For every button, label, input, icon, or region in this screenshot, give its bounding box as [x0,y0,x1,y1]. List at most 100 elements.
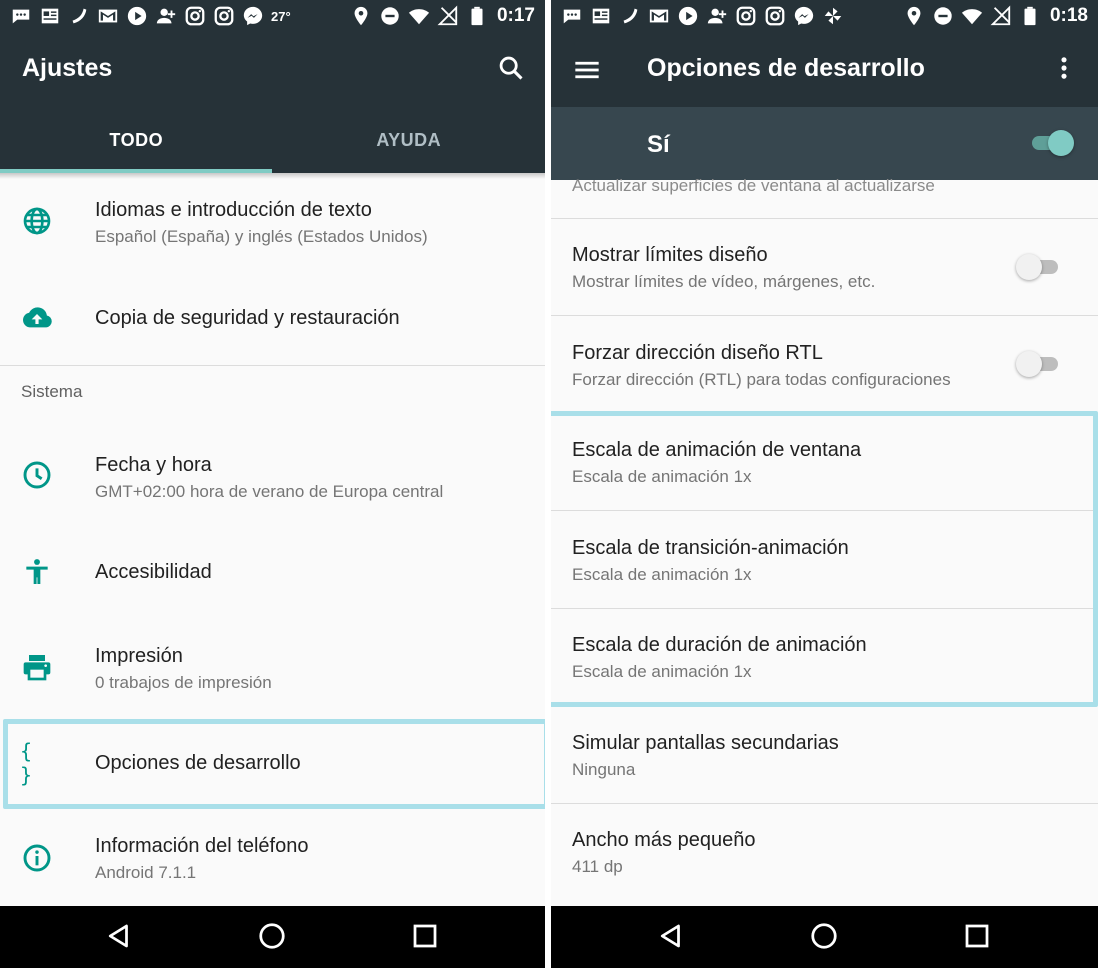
instagram-icon-2 [213,5,235,27]
list-item-subtitle: Forzar dirección (RTL) para todas config… [572,370,951,389]
list-item-subtitle: Escala de animación 1x [572,565,752,584]
list-item-title: Escala de animación de ventana [572,439,862,461]
toggle-switch[interactable] [1016,350,1062,378]
do-not-disturb-icon [379,5,401,27]
search-icon[interactable] [497,54,525,82]
gmail-icon [97,5,119,27]
add-contact-icon [155,5,177,27]
partial-row-text: Actualizar superficies de ventana al act… [572,176,935,195]
list-item-title: Escala de transición-animación [572,537,849,559]
temperature-text: 27° [271,8,291,24]
do-not-disturb-icon [932,5,954,27]
developer-options-screen: 0:18 Opciones de desarrollo Sí Actualiza… [551,0,1098,968]
home-icon[interactable] [257,921,287,951]
news-icon [590,5,612,27]
recents-icon[interactable] [962,921,992,951]
clock-icon [20,458,54,492]
messenger-icon [793,5,815,27]
settings-item-title: Fecha y hora [95,454,212,476]
list-item-transition-animation-scale[interactable]: Escala de transición-animación Escala de… [551,511,1098,608]
list-item-title: Ancho más pequeño [572,829,756,851]
braces-icon: { } [20,739,33,787]
settings-item-subtitle: Español (España) y inglés (Estados Unido… [95,227,428,246]
page-title: Opciones de desarrollo [647,54,925,82]
recents-icon[interactable] [410,921,440,951]
settings-item-language[interactable]: Idiomas e introducción de texto Español … [0,180,545,270]
location-icon [350,5,372,27]
tabs-shadow [0,173,545,179]
settings-item-title: Idiomas e introducción de texto [95,199,372,221]
settings-item-title: Información del teléfono [95,835,309,857]
settings-item-date-time[interactable]: Fecha y hora GMT+02:00 hora de verano de… [0,430,545,525]
list-item-partial[interactable]: Actualizar superficies de ventana al act… [551,176,1098,218]
navigation-bar [551,906,1098,968]
master-toggle-switch[interactable] [1028,129,1074,157]
back-icon[interactable] [104,921,134,951]
phone-icon [619,5,641,27]
switch-thumb [1016,351,1042,377]
settings-item-about-phone[interactable]: Información del teléfono Android 7.1.1 [0,809,545,905]
list-item-title: Forzar dirección diseño RTL [572,342,823,364]
toggle-switch[interactable] [1016,253,1062,281]
wifi-icon [961,5,983,27]
settings-item-title: Impresión [95,645,183,667]
list-item-subtitle: 411 dp [572,857,623,876]
home-icon[interactable] [809,921,839,951]
list-item-title: Escala de duración de animación [572,634,867,656]
settings-item-title: Accesibilidad [95,561,212,583]
no-signal-icon [437,5,459,27]
list-item-subtitle: Escala de animación 1x [572,467,752,486]
settings-screen: 27° 0:17 Ajustes TODO AYUDA Idiomas e in… [0,0,545,968]
instagram-icon [735,5,757,27]
news-icon [39,5,61,27]
phone-icon [68,5,90,27]
gmail-icon [648,5,670,27]
back-icon[interactable] [656,921,686,951]
app-bar: Ajustes [0,32,545,107]
add-contact-icon [706,5,728,27]
navigation-bar [0,906,545,968]
section-divider [0,365,545,366]
settings-item-subtitle: GMT+02:00 hora de verano de Europa centr… [95,482,444,501]
master-toggle-bar[interactable]: Sí [551,107,1098,180]
messenger-icon [242,5,264,27]
master-toggle-label: Sí [647,131,670,158]
settings-item-accessibility[interactable]: Accesibilidad [0,525,545,620]
info-icon [20,841,54,875]
list-item-window-animation-scale[interactable]: Escala de animación de ventana Escala de… [551,413,1098,510]
list-item-title: Mostrar límites diseño [572,244,768,266]
instagram-icon-2 [764,5,786,27]
switch-thumb [1048,130,1074,156]
tab-bar: TODO AYUDA [0,107,545,173]
no-signal-icon [990,5,1012,27]
clock-time: 0:18 [1049,5,1088,26]
accessibility-icon [20,555,54,589]
settings-item-developer-options[interactable]: { } Opciones de desarrollo [0,717,545,809]
tab-todo[interactable]: TODO [0,107,273,173]
menu-icon[interactable] [573,56,601,84]
list-item-force-rtl[interactable]: Forzar dirección diseño RTL Forzar direc… [551,316,1098,413]
clock-time: 0:17 [496,5,535,26]
messages-icon [561,5,583,27]
cloud-upload-icon [20,301,54,335]
list-item-show-layout-bounds[interactable]: Mostrar límites diseño Mostrar límites d… [551,219,1098,315]
settings-item-subtitle: Android 7.1.1 [95,863,197,882]
list-item-subtitle: Ninguna [572,760,636,779]
instagram-icon [184,5,206,27]
list-item-smallest-width[interactable]: Ancho más pequeño 411 dp [551,804,1098,906]
status-bar: 27° 0:17 [0,0,545,32]
app-bar: Opciones de desarrollo [551,32,1098,107]
more-options-icon[interactable] [1050,54,1078,82]
settings-item-printing[interactable]: Impresión 0 trabajos de impresión [0,620,545,717]
play-icon [126,5,148,27]
printer-icon [20,650,54,684]
list-item-title: Simular pantallas secundarias [572,732,839,754]
switch-thumb [1016,254,1042,280]
list-item-subtitle: Mostrar límites de vídeo, márgenes, etc. [572,272,876,291]
settings-item-backup[interactable]: Copia de seguridad y restauración [0,270,545,365]
settings-item-title: Opciones de desarrollo [95,752,301,774]
section-header-sistema: Sistema [21,382,83,401]
list-item-animator-duration-scale[interactable]: Escala de duración de animación Escala d… [551,609,1098,706]
tab-ayuda[interactable]: AYUDA [273,107,546,173]
list-item-simulate-secondary-displays[interactable]: Simular pantallas secundarias Ninguna [551,707,1098,803]
